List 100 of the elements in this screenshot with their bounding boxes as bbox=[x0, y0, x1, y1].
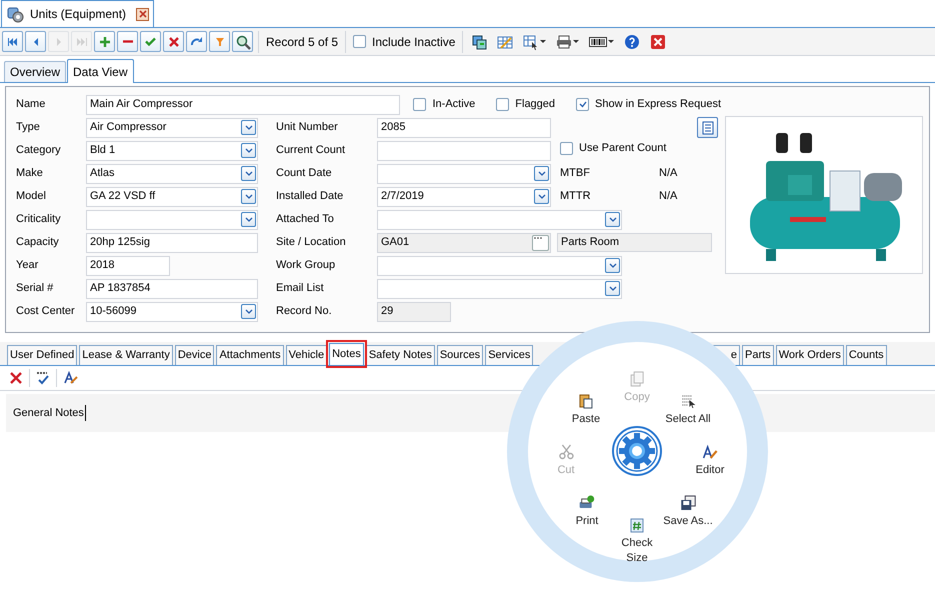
field-label: Unit Number bbox=[276, 120, 339, 136]
dropdown-button[interactable] bbox=[605, 281, 620, 296]
caret-icon bbox=[540, 40, 546, 43]
detail-tab[interactable]: Attachments bbox=[216, 345, 284, 365]
cancel-button[interactable] bbox=[163, 31, 184, 52]
dropdown-button[interactable] bbox=[534, 189, 549, 204]
dropdown-field[interactable] bbox=[86, 210, 258, 230]
detail-tab[interactable]: Counts bbox=[846, 345, 887, 365]
dropdown-button[interactable] bbox=[241, 212, 256, 227]
checkmark-icon bbox=[145, 37, 156, 46]
dropdown-button[interactable] bbox=[605, 212, 620, 227]
detail-tab[interactable]: Vehicle bbox=[286, 345, 328, 365]
help-icon bbox=[624, 34, 640, 50]
plus-icon bbox=[100, 36, 110, 46]
input-field[interactable]: AP 1837854 bbox=[86, 278, 258, 298]
menu-item[interactable]: Check Size bbox=[617, 517, 657, 566]
checkmark-icon bbox=[578, 101, 587, 108]
dropdown-field[interactable] bbox=[377, 256, 622, 276]
detail-tab[interactable]: Services bbox=[485, 345, 534, 365]
skip-first-icon bbox=[8, 38, 18, 46]
checkbox[interactable]: In-Active bbox=[413, 96, 476, 113]
stat-value: N/A bbox=[659, 189, 678, 204]
checkbox[interactable]: Show in Express Request bbox=[576, 96, 721, 113]
menu-item[interactable]: Paste bbox=[572, 393, 600, 427]
detail-tab[interactable]: Parts bbox=[742, 345, 774, 365]
delete-button[interactable] bbox=[117, 31, 138, 52]
hash-document-icon bbox=[629, 517, 645, 533]
detail-tab[interactable]: User Defined bbox=[7, 345, 78, 365]
menu-item[interactable]: Editor bbox=[696, 444, 724, 478]
detail-tab[interactable]: Notes bbox=[329, 343, 364, 365]
field-label: Serial # bbox=[16, 281, 54, 296]
checkbox[interactable]: Flagged bbox=[496, 96, 556, 113]
refresh-button[interactable] bbox=[186, 31, 207, 52]
dropdown-button[interactable] bbox=[241, 143, 256, 158]
save-button[interactable] bbox=[140, 31, 161, 52]
chevron-down-icon bbox=[244, 125, 252, 130]
notes-button[interactable] bbox=[697, 117, 718, 138]
document-icon bbox=[700, 120, 714, 134]
search-button[interactable] bbox=[232, 31, 253, 52]
detail-tab[interactable]: Device bbox=[174, 345, 214, 365]
first-record-button[interactable] bbox=[2, 31, 23, 52]
detail-tab[interactable]: Work Orders bbox=[776, 345, 844, 365]
input-field[interactable]: 20hp 125sig bbox=[86, 232, 258, 252]
x-icon bbox=[168, 36, 178, 46]
readonly-field[interactable]: GA01 bbox=[377, 232, 551, 252]
chevron-down-icon bbox=[538, 171, 546, 176]
input-field[interactable]: 2018 bbox=[86, 256, 170, 276]
dropdown-button[interactable] bbox=[241, 166, 256, 181]
checkbox[interactable]: Include Inactive bbox=[349, 32, 460, 50]
gears-icon bbox=[6, 5, 24, 23]
dropdown-field[interactable]: 2/7/2019 bbox=[377, 186, 551, 206]
caret-icon bbox=[573, 40, 580, 43]
search-icon bbox=[234, 34, 250, 50]
field-label: Email List bbox=[276, 281, 325, 296]
menu-item[interactable]: Select All bbox=[665, 393, 711, 427]
stat-label: MTTR bbox=[560, 189, 592, 204]
menu-item[interactable]: Save As... bbox=[663, 495, 713, 529]
dropdown-field[interactable]: Air Compressor bbox=[86, 118, 258, 138]
add-button[interactable] bbox=[94, 31, 115, 52]
dropdown-field[interactable]: Bld 1 bbox=[86, 140, 258, 160]
document-tab[interactable]: Units (Equipment) bbox=[1, 0, 154, 27]
input-field[interactable]: Main Air Compressor bbox=[86, 94, 400, 114]
dropdown-button[interactable] bbox=[605, 258, 620, 273]
input-field[interactable]: 2085 bbox=[377, 118, 551, 138]
skip-last-icon bbox=[76, 38, 86, 46]
close-tab-button[interactable] bbox=[136, 8, 150, 20]
input-field[interactable] bbox=[377, 140, 551, 160]
printer-icon bbox=[556, 34, 572, 50]
stat-value: N/A bbox=[659, 166, 678, 182]
field-label: Work Group bbox=[276, 258, 336, 274]
caret-icon bbox=[608, 40, 614, 43]
field-label: Criticality bbox=[16, 212, 62, 228]
chevron-down-icon bbox=[538, 194, 546, 199]
dropdown-field[interactable] bbox=[377, 164, 551, 184]
view-tab[interactable]: Overview bbox=[4, 61, 66, 82]
previous-button[interactable] bbox=[25, 31, 46, 52]
dropdown-field[interactable] bbox=[377, 210, 622, 230]
dropdown-button[interactable] bbox=[241, 120, 256, 135]
field-label: Cost Center bbox=[16, 304, 76, 320]
dropdown-field[interactable] bbox=[377, 278, 622, 298]
view-tab[interactable]: Data View bbox=[67, 59, 134, 83]
field-label: Type bbox=[16, 120, 41, 136]
dropdown-button[interactable] bbox=[241, 189, 256, 204]
minus-icon bbox=[122, 40, 132, 43]
dropdown-field[interactable]: GA 22 VSD ff bbox=[86, 186, 258, 206]
dropdown-button[interactable] bbox=[534, 166, 549, 181]
floppy-disk-icon bbox=[680, 495, 696, 511]
dropdown-field[interactable]: Atlas bbox=[86, 164, 258, 184]
dropdown-button[interactable] bbox=[241, 304, 256, 319]
menu-item[interactable]: Print bbox=[576, 495, 598, 529]
detail-tab[interactable]: Sources bbox=[436, 345, 484, 365]
gear-icon[interactable] bbox=[612, 426, 662, 476]
checkbox[interactable]: Use Parent Count bbox=[560, 140, 666, 156]
detail-tab[interactable]: Lease & Warranty bbox=[79, 345, 173, 365]
detail-tab[interactable]: Safety Notes bbox=[366, 345, 435, 365]
chevron-down-icon bbox=[608, 286, 616, 291]
chevron-down-icon bbox=[608, 263, 616, 268]
readonly-field[interactable]: 29 bbox=[377, 302, 451, 322]
dropdown-field[interactable]: 10-56099 bbox=[86, 302, 258, 322]
field-label: Name bbox=[16, 97, 46, 112]
